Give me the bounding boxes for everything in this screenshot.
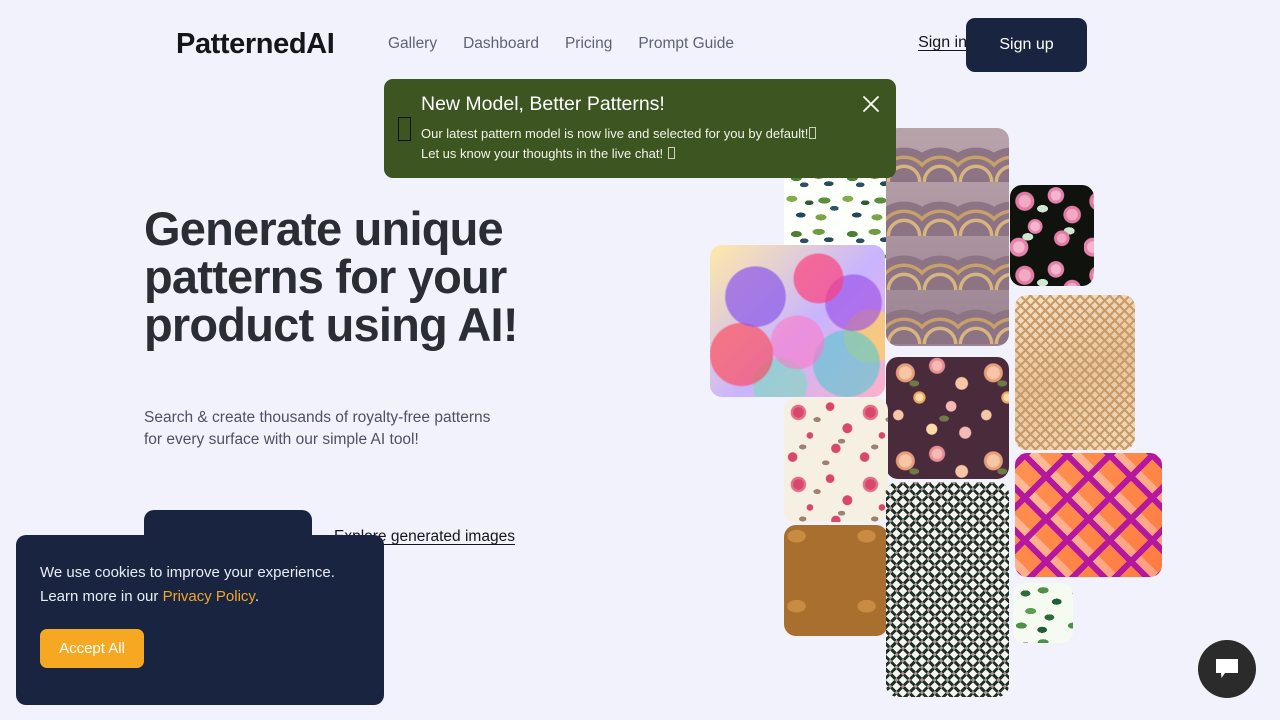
pattern-tile-green-foliage[interactable] — [1013, 583, 1073, 643]
sign-up-button[interactable]: Sign up — [966, 18, 1087, 72]
privacy-policy-link[interactable]: Privacy Policy — [163, 588, 255, 605]
site-header: PatternedAI Gallery Dashboard Pricing Pr… — [0, 0, 1280, 90]
chat-bubble-icon — [1216, 659, 1238, 678]
accept-all-button[interactable]: Accept All — [40, 629, 144, 668]
announcement-body: Our latest pattern model is now live and… — [421, 124, 882, 164]
page-title: Generate unique patterns for your produc… — [144, 202, 518, 351]
cookie-consent-text: We use cookies to improve your experienc… — [40, 561, 360, 609]
pattern-tile-dark-floral[interactable] — [886, 357, 1009, 479]
landing-page: PatternedAI Gallery Dashboard Pricing Pr… — [0, 0, 1280, 720]
announcement-content: New Model, Better Patterns! Our latest p… — [421, 93, 882, 164]
tofu-box-icon — [667, 147, 675, 160]
nav-item-dashboard[interactable]: Dashboard — [463, 35, 539, 53]
pattern-collage — [700, 110, 1220, 700]
pattern-tile-rainbow-blobs[interactable] — [710, 245, 885, 397]
logo[interactable]: PatternedAI — [176, 28, 335, 61]
nav-item-pricing[interactable]: Pricing — [565, 35, 612, 53]
pattern-tile-bread-rolls[interactable] — [784, 525, 888, 636]
nav-item-prompt-guide[interactable]: Prompt Guide — [638, 35, 734, 53]
tofu-box-icon — [809, 127, 817, 140]
pattern-tile-bw-diamonds[interactable] — [886, 482, 1009, 697]
main-nav: Gallery Dashboard Pricing Prompt Guide — [388, 35, 734, 53]
hero-section: Generate unique patterns for your produc… — [144, 202, 574, 564]
chat-widget-button[interactable] — [1198, 640, 1256, 698]
close-icon — [863, 96, 879, 112]
tofu-box-icon — [398, 116, 411, 141]
announcement-banner: New Model, Better Patterns! Our latest p… — [384, 79, 896, 178]
pattern-tile-cream-roses[interactable] — [784, 398, 888, 522]
nav-item-gallery[interactable]: Gallery — [388, 35, 437, 53]
pattern-tile-art-deco-fan[interactable] — [886, 128, 1009, 346]
sign-in-link[interactable]: Sign in — [918, 34, 967, 52]
announcement-line-2: Let us know your thoughts in the live ch… — [421, 146, 664, 162]
announcement-line-1: Our latest pattern model is now live and… — [421, 126, 809, 142]
cookie-text-after: . — [254, 588, 259, 605]
cookie-consent-banner: We use cookies to improve your experienc… — [16, 535, 384, 705]
announcement-title: New Model, Better Patterns! — [421, 92, 665, 115]
close-banner-button[interactable] — [858, 91, 884, 117]
pattern-tile-magenta-lattice[interactable] — [1015, 453, 1162, 577]
pattern-tile-pink-roses-dark[interactable] — [1010, 185, 1094, 286]
pattern-tile-tan-maze-diamond[interactable] — [1015, 295, 1135, 450]
hero-subheading: Search & create thousands of royalty-fre… — [144, 409, 491, 448]
